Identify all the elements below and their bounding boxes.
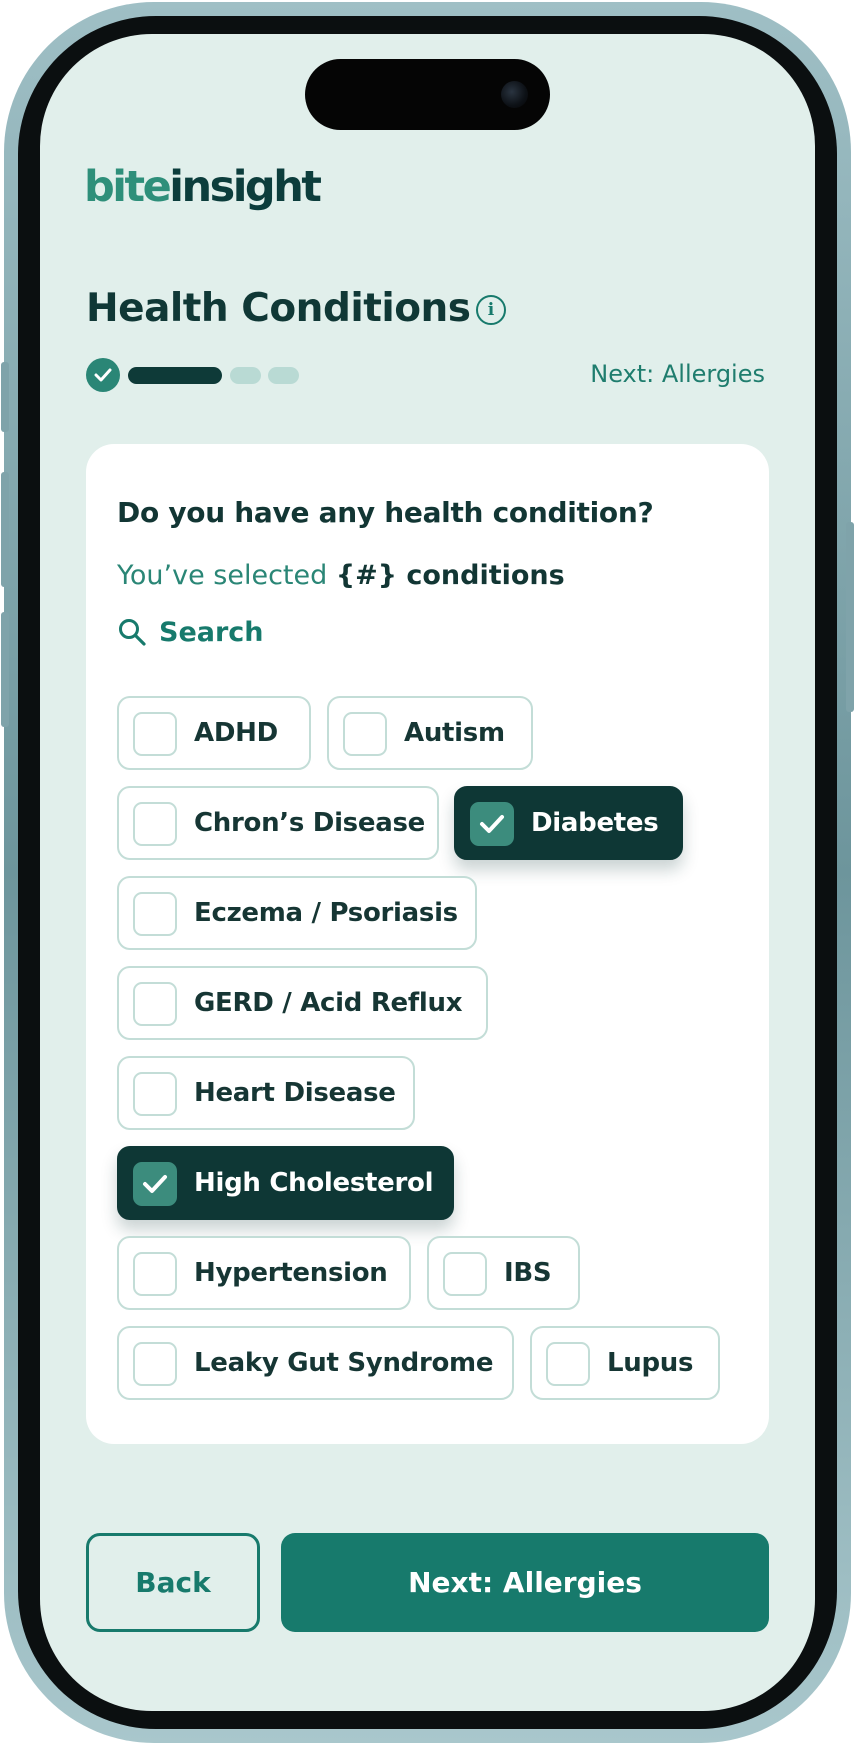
checkbox[interactable] [133,1072,177,1116]
condition-label: Eczema / Psoriasis [194,898,458,928]
dynamic-island [305,59,550,130]
search-label: Search [159,616,264,648]
progress-step-upcoming [230,367,261,384]
condition-chip-chrons-disease[interactable]: Chron’s Disease [117,786,439,860]
page-title: Health Conditions [86,286,471,331]
checkbox[interactable] [133,982,177,1026]
condition-chip-ibs[interactable]: IBS [427,1236,580,1310]
condition-label: High Cholesterol [194,1168,434,1198]
phone-volume-down-button [1,612,9,727]
next-step-hint: Next: Allergies [590,360,765,388]
checkbox-checked[interactable] [133,1162,177,1206]
phone-power-button [846,522,854,712]
search-icon [119,619,146,646]
checkbox[interactable] [343,712,387,756]
check-icon [480,815,504,833]
check-icon [94,368,112,382]
phone-volume-up-button [1,472,9,587]
condition-chip-autism[interactable]: Autism [327,696,533,770]
selected-prefix: You’ve selected [117,560,336,591]
condition-chip-lupus[interactable]: Lupus [530,1326,720,1400]
info-icon[interactable]: i [476,295,506,325]
progress-step-current [128,367,222,384]
back-button[interactable]: Back [86,1533,260,1632]
checkbox[interactable] [133,892,177,936]
condition-label: ADHD [194,718,278,748]
condition-chip-high-cholesterol[interactable]: High Cholesterol [117,1146,454,1220]
condition-label: Chron’s Disease [194,808,425,838]
checkbox-checked[interactable] [470,802,514,846]
logo-word-insight: insight [169,162,322,212]
search-button[interactable]: Search [117,612,264,652]
condition-label: Diabetes [531,808,659,838]
condition-label: Autism [404,718,505,748]
next-button[interactable]: Next: Allergies [281,1533,769,1632]
condition-chip-adhd[interactable]: ADHD [117,696,311,770]
selected-suffix: conditions [396,560,565,591]
progress-step-completed [86,358,120,392]
condition-chip-diabetes[interactable]: Diabetes [454,786,683,860]
check-icon [143,1175,167,1193]
checkbox[interactable] [133,1252,177,1296]
condition-chip-heart-disease[interactable]: Heart Disease [117,1056,415,1130]
phone-action-button [1,362,9,432]
logo-word-bite: bite [84,162,172,212]
app-screen: biteinsight Health Conditions i Next: Al… [40,34,815,1711]
condition-chip-hypertension[interactable]: Hypertension [117,1236,411,1310]
condition-chip-leaky-gut-syndrome[interactable]: Leaky Gut Syndrome [117,1326,514,1400]
condition-chip-eczema-psoriasis[interactable]: Eczema / Psoriasis [117,876,477,950]
condition-label: GERD / Acid Reflux [194,988,463,1018]
checkbox[interactable] [133,802,177,846]
checkbox[interactable] [133,1342,177,1386]
camera-icon [501,81,528,108]
condition-label: Leaky Gut Syndrome [194,1348,494,1378]
selected-count: {#} [335,560,397,591]
condition-label: IBS [504,1258,552,1288]
condition-label: Hypertension [194,1258,388,1288]
conditions-card: Do you have any health condition? You’ve… [86,444,769,1444]
app-logo: biteinsight [84,152,322,222]
progress-step-upcoming [268,367,299,384]
condition-label: Heart Disease [194,1078,396,1108]
condition-chip-gerd-acid-reflux[interactable]: GERD / Acid Reflux [117,966,488,1040]
checkbox[interactable] [443,1252,487,1296]
question-heading: Do you have any health condition? [117,496,654,529]
checkbox[interactable] [133,712,177,756]
checkbox[interactable] [546,1342,590,1386]
selected-count-text: You’ve selected {#} conditions [117,560,565,591]
condition-label: Lupus [607,1348,694,1378]
